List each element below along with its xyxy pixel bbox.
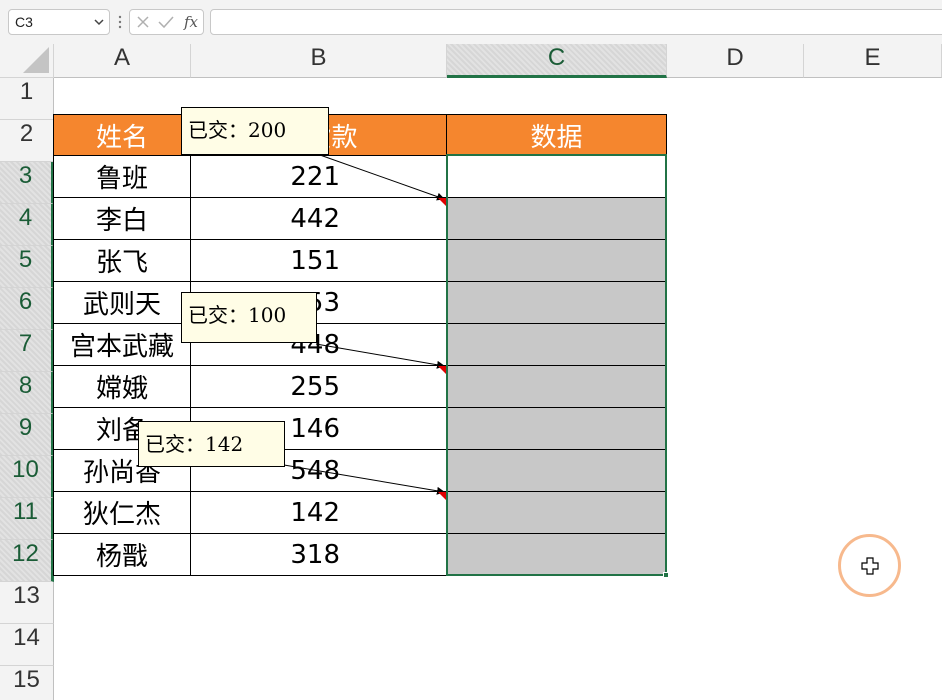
cell-name[interactable]: 张飞: [53, 240, 191, 282]
row-header-9[interactable]: 9: [0, 414, 54, 456]
formula-bar: C3 fx: [0, 0, 942, 44]
column-header-e[interactable]: E: [804, 44, 942, 78]
comment-box[interactable]: 已交：142: [138, 421, 285, 467]
column-header-b[interactable]: B: [191, 44, 447, 78]
click-indicator: [838, 534, 901, 597]
cell-data-active[interactable]: [447, 156, 667, 198]
row-header-10[interactable]: 10: [0, 456, 54, 498]
select-all-triangle-icon: [23, 47, 49, 73]
row-header-2[interactable]: 2: [0, 120, 54, 162]
comment-box[interactable]: 已交：100: [181, 292, 317, 343]
row-header-8[interactable]: 8: [0, 372, 54, 414]
cell-cursor-icon: [861, 557, 879, 575]
cell-name[interactable]: 宫本武藏: [53, 324, 191, 366]
cell-amount[interactable]: 318: [191, 534, 447, 576]
fill-handle[interactable]: [663, 572, 669, 578]
row-header-5[interactable]: 5: [0, 246, 54, 288]
select-all-button[interactable]: [0, 44, 54, 78]
cell-name[interactable]: 杨戬: [53, 534, 191, 576]
row-header-15[interactable]: 15: [0, 666, 54, 700]
cell-data[interactable]: [447, 324, 667, 366]
cell-data[interactable]: [447, 408, 667, 450]
column-header-d[interactable]: D: [667, 44, 804, 78]
cell-amount[interactable]: 255: [191, 366, 447, 408]
cell-data[interactable]: [447, 492, 667, 534]
cell-name[interactable]: 狄仁杰: [53, 492, 191, 534]
cell-data[interactable]: [447, 198, 667, 240]
formula-input[interactable]: [210, 9, 942, 35]
name-box-value: C3: [15, 14, 33, 30]
cell-amount[interactable]: 142: [191, 492, 447, 534]
insert-function-button[interactable]: fx: [184, 13, 198, 31]
cell-name[interactable]: 李白: [53, 198, 191, 240]
cell-amount[interactable]: 151: [191, 240, 447, 282]
comment-box[interactable]: 已交：200: [181, 107, 329, 155]
name-box[interactable]: C3: [8, 9, 110, 35]
cell-data[interactable]: [447, 534, 667, 576]
header-cell-data[interactable]: 数据: [447, 114, 667, 156]
cell-amount[interactable]: 221: [191, 156, 447, 198]
cell-name[interactable]: 鲁班: [53, 156, 191, 198]
cell-data[interactable]: [447, 450, 667, 492]
column-header-c[interactable]: C: [447, 44, 667, 78]
row-header-14[interactable]: 14: [0, 624, 54, 666]
drag-handle-icon[interactable]: [117, 12, 123, 32]
cell-amount[interactable]: 442: [191, 198, 447, 240]
cell-data[interactable]: [447, 240, 667, 282]
chevron-down-icon[interactable]: [94, 18, 104, 26]
row-header-12[interactable]: 12: [0, 540, 54, 582]
row-header-11[interactable]: 11: [0, 498, 54, 540]
cell-name[interactable]: 嫦娥: [53, 366, 191, 408]
row-header-6[interactable]: 6: [0, 288, 54, 330]
row-header-13[interactable]: 13: [0, 582, 54, 624]
row-header-1[interactable]: 1: [0, 78, 54, 120]
row-header-3[interactable]: 3: [0, 162, 54, 204]
column-header-a[interactable]: A: [54, 44, 191, 78]
header-cell-name[interactable]: 姓名: [53, 114, 191, 156]
cell-name[interactable]: 武则天: [53, 282, 191, 324]
cell-data[interactable]: [447, 282, 667, 324]
cell-data[interactable]: [447, 366, 667, 408]
row-header-7[interactable]: 7: [0, 330, 54, 372]
row-header-4[interactable]: 4: [0, 204, 54, 246]
cancel-icon[interactable]: [136, 15, 150, 29]
formula-buttons: fx: [129, 9, 204, 35]
enter-check-icon[interactable]: [158, 15, 174, 29]
